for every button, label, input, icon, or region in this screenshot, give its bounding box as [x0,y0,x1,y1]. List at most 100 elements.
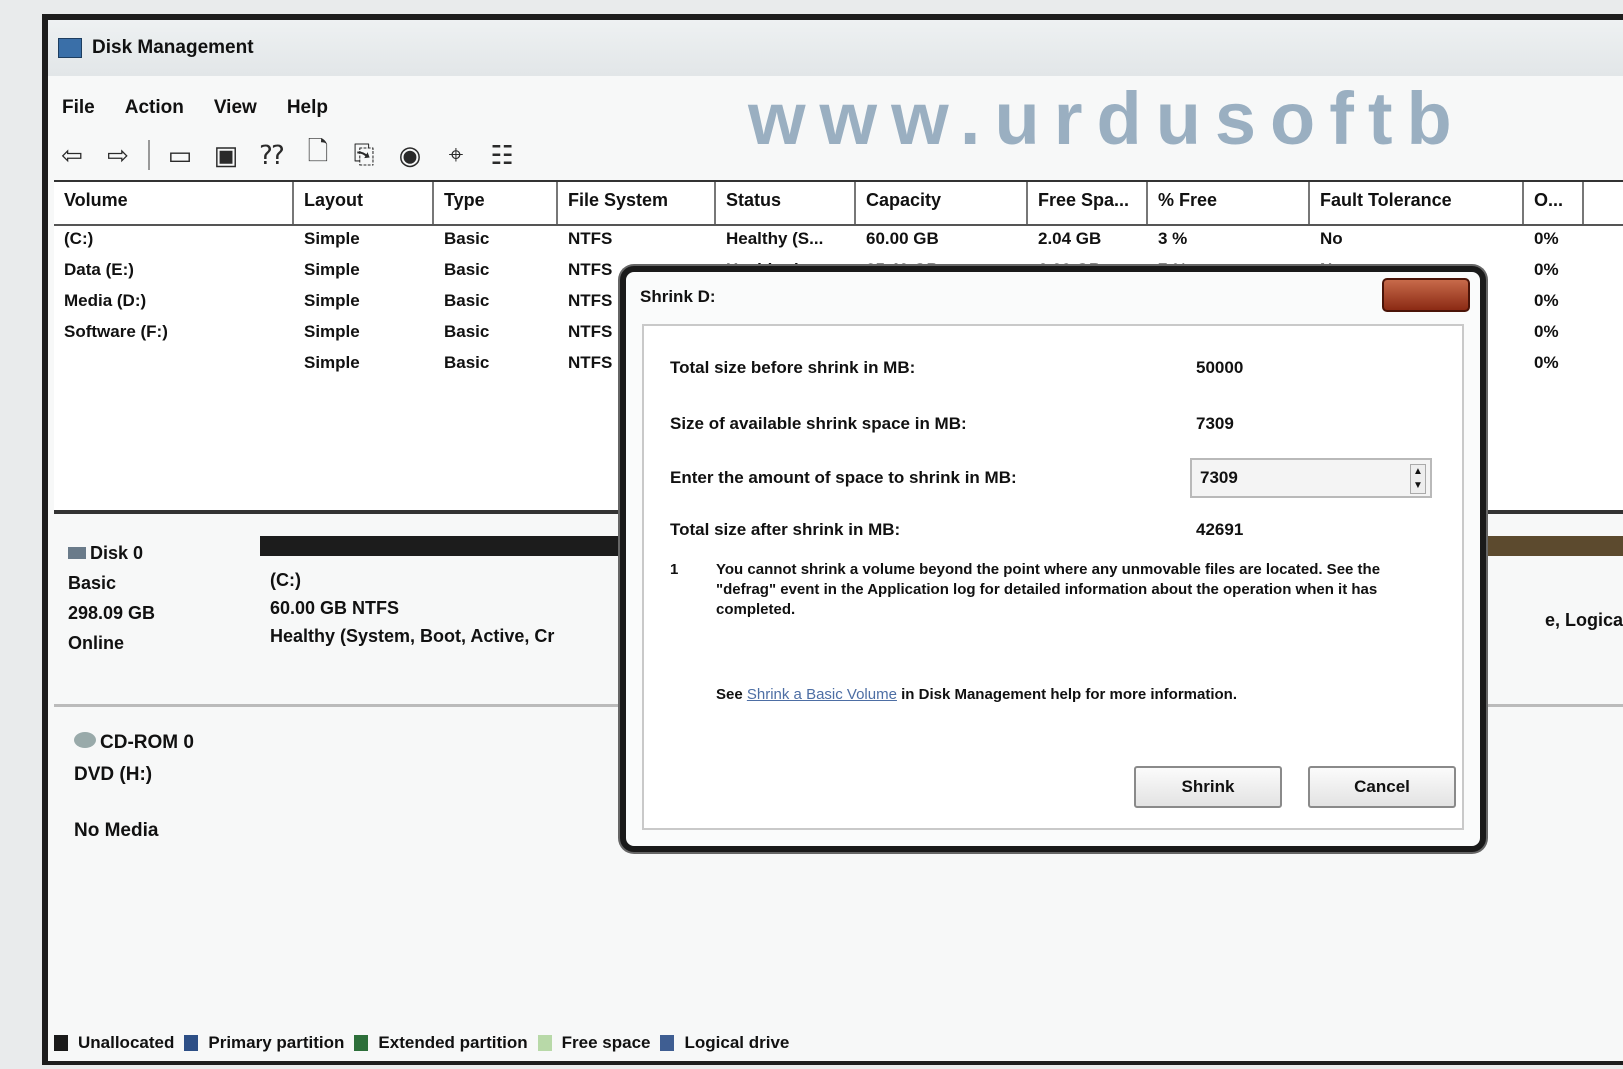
cell-volume: (C:) [64,229,94,248]
shrink-info-note: 1 You cannot shrink a volume beyond the … [670,560,1410,620]
column-type[interactable]: Type [434,182,558,224]
legend: Unallocated Primary partition Extended p… [54,1033,789,1053]
settings-icon[interactable]: ☷ [486,139,518,171]
disk-0-size: 298.09 GB [68,603,156,623]
column-capacity[interactable]: Capacity [856,182,1028,224]
toolbar-separator [148,140,150,170]
cell-type: Basic [444,291,490,310]
cdrom-type: DVD (H:) [74,764,153,785]
shrink-help-link[interactable]: Shrink a Basic Volume [747,686,897,703]
menu-view[interactable]: View [214,97,257,119]
shrink-button[interactable]: Shrink [1134,766,1282,808]
properties-icon[interactable]: ▣ [210,139,242,171]
disk-0-status: Online [68,633,125,653]
legend-unallocated: Unallocated [78,1033,175,1052]
partition-bar [260,536,630,556]
disk-0-label[interactable]: Disk 0 Basic 298.09 GB Online [68,538,155,658]
legend-extended: Extended partition [378,1033,528,1052]
shrink-amount-value[interactable]: 7309 [1200,468,1238,487]
partition-c[interactable]: (C:) 60.00 GB NTFS Healthy (System, Boot… [270,566,554,650]
cell-volume: Media (D:) [64,291,147,310]
dialog-body: Total size before shrink in MB: 50000 Si… [642,324,1464,830]
cell-fault-tolerance: No [1320,229,1343,248]
available-space-value: 7309 [1196,414,1234,433]
back-arrow-icon[interactable]: ⇦ [56,139,88,171]
free-space-swatch [537,1035,552,1051]
hard-disk-icon [68,547,86,559]
legend-primary: Primary partition [208,1033,345,1052]
total-before-label: Total size before shrink in MB: [670,358,916,377]
column-file-system[interactable]: File System [558,182,716,224]
cell-volume: Software (F:) [64,322,168,341]
rescan-icon[interactable]: ⎘ [348,139,380,171]
close-button[interactable] [1382,278,1470,312]
primary-partition-swatch [184,1035,199,1051]
cell-layout: Simple [304,291,360,310]
dialog-title-bar[interactable]: Shrink D: [626,272,1480,322]
cell-volume: Data (E:) [64,260,134,279]
cell-type: Basic [444,229,490,248]
column-fault-tolerance[interactable]: Fault Tolerance [1310,182,1524,224]
cell-type: Basic [444,353,490,372]
column-free-space[interactable]: Free Spa... [1028,182,1148,224]
cancel-button[interactable]: Cancel [1308,766,1456,808]
cell-percent-free: 3 % [1158,229,1188,248]
cell-capacity: 60.00 GB [866,229,939,248]
disk-management-icon [58,38,82,58]
shrink-amount-label: Enter the amount of space to shrink in M… [670,468,1017,487]
menu-bar: File Action View Help [48,90,328,126]
partition-label: (C:) [270,570,301,590]
cell-layout: Simple [304,322,360,341]
menu-help[interactable]: Help [287,97,328,119]
column-percent-free[interactable]: % Free [1148,182,1310,224]
column-layout[interactable]: Layout [294,182,434,224]
menu-action[interactable]: Action [125,97,184,119]
shrink-amount-spinner[interactable]: 7309 ▲ ▼ [1190,458,1432,498]
column-overhead[interactable]: O... [1524,182,1584,224]
cell-type: Basic [444,260,490,279]
shrink-dialog: Shrink D: Total size before shrink in MB… [620,266,1486,852]
cdrom-0-label[interactable]: CD-ROM 0 DVD (H:) No Media [74,727,194,847]
refresh-icon[interactable]: ⌖ [440,139,472,171]
disk-list-icon[interactable]: ▭ [164,139,196,171]
total-before-value: 50000 [1196,358,1244,377]
cell-layout: Simple [304,229,360,248]
partition-status: Healthy (System, Boot, Active, Cr [270,626,555,646]
help-icon[interactable]: ⁇ [256,139,288,171]
cell-overhead: 0% [1534,353,1559,372]
unallocated-swatch [54,1035,68,1051]
disk-0-type: Basic [68,573,117,593]
forward-arrow-icon[interactable]: ⇨ [102,139,134,171]
toolbar: ⇦ ⇨ ▭ ▣ ⁇ 🗋 ⎘ ◉ ⌖ ☷ [48,132,518,178]
new-icon[interactable]: 🗋 [302,136,334,171]
dialog-title: Shrink D: [640,287,716,306]
logical-partition-fragment[interactable]: e, Logica [1545,610,1623,631]
legend-free-space: Free space [561,1033,651,1052]
spinner-arrows-icon[interactable]: ▲ ▼ [1410,464,1426,494]
cell-layout: Simple [304,353,360,372]
partition-size: 60.00 GB NTFS [270,598,400,618]
cd-drive-icon [74,732,96,748]
table-row[interactable]: (C:) Simple Basic NTFS Healthy (S... 60.… [54,226,1623,257]
title-bar[interactable]: Disk Management [48,20,1623,76]
cell-status: Healthy (S... [726,229,824,248]
cdrom-media: No Media [74,820,159,841]
info-text: You cannot shrink a volume beyond the po… [716,561,1381,618]
see-suffix: in Disk Management help for more informa… [901,686,1237,703]
cell-overhead: 0% [1534,260,1559,279]
total-after-value: 42691 [1196,520,1244,539]
cell-overhead: 0% [1534,322,1559,341]
cell-type: Basic [444,322,490,341]
cell-free-space: 2.04 GB [1038,229,1102,248]
column-status[interactable]: Status [716,182,856,224]
table-header: Volume Layout Type File System Status Ca… [54,182,1623,226]
info-number: 1 [670,561,679,578]
cell-overhead: 0% [1534,291,1559,310]
disk-0-name: Disk 0 [90,543,144,563]
menu-file[interactable]: File [62,97,95,119]
rescan-disks-icon[interactable]: ◉ [394,139,426,171]
window-title: Disk Management [92,37,254,58]
legend-logical: Logical drive [684,1033,790,1052]
extended-partition-swatch [354,1035,369,1051]
column-volume[interactable]: Volume [54,182,294,224]
